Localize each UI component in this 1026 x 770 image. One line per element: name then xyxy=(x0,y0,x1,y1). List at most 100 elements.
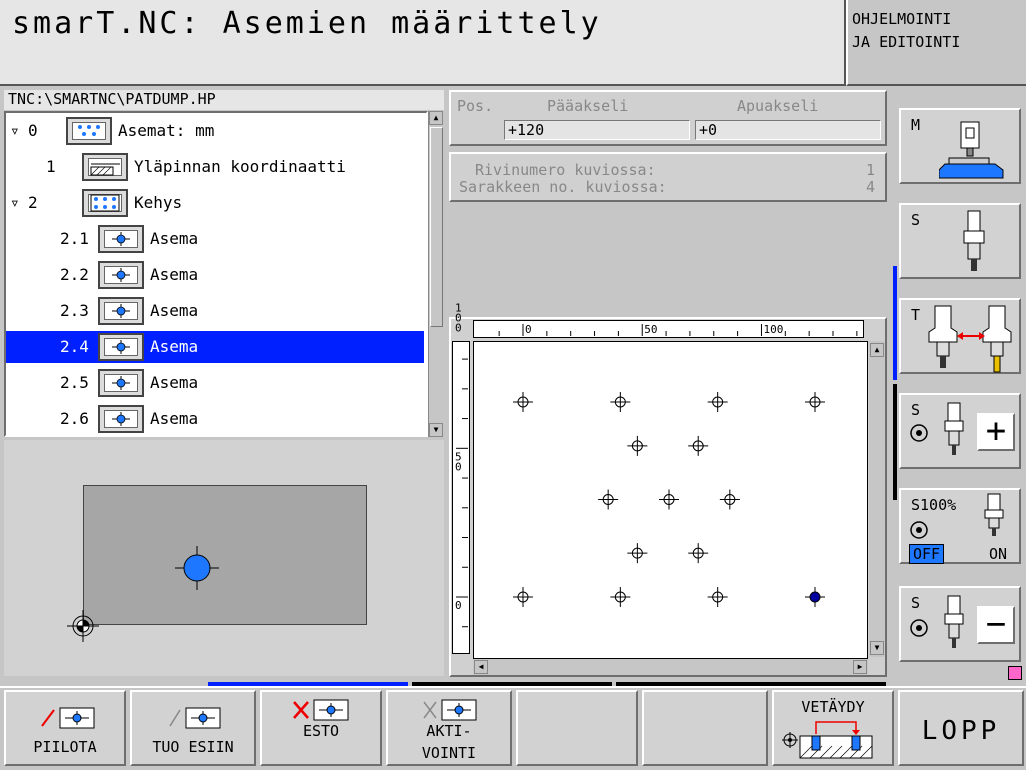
activate-label-1: AKTI- xyxy=(426,722,472,740)
y-tick-label: 1 xyxy=(455,302,462,315)
tree-row[interactable]: 2.1 Asema xyxy=(6,223,424,255)
t-function-button[interactable]: T xyxy=(899,298,1021,374)
hide-button[interactable]: PIILOTA xyxy=(4,690,126,766)
tree-scroll-thumb[interactable] xyxy=(430,127,443,327)
operating-mode-box: OHJELMOINTI JA EDITOINTI xyxy=(846,0,1026,86)
rotation-icon xyxy=(910,619,928,637)
s-minus-key-label: S xyxy=(911,594,921,612)
s-function-button[interactable]: S xyxy=(899,203,1021,279)
right-scroll-indicator xyxy=(893,266,897,380)
tree-row[interactable]: 2.4 Asema xyxy=(6,331,424,363)
tree-row-number: 2.1 xyxy=(60,229,89,248)
tree-row-number: 2.3 xyxy=(60,301,89,320)
tree-row[interactable]: ▿ 2 Kehys xyxy=(6,187,424,219)
retract-label: VETÄYDY xyxy=(801,698,865,716)
plot-horizontal-scrollbar[interactable]: ◀ ▶ xyxy=(473,659,868,675)
main-axis-input[interactable]: +120 xyxy=(504,120,690,140)
expand-arrow-icon[interactable]: ▿ xyxy=(10,193,20,212)
activate-label-2: VOINTI xyxy=(421,744,477,762)
column-number-value: 4 xyxy=(865,178,875,196)
position-icon xyxy=(98,261,144,289)
show-button[interactable]: TUO ESIIN xyxy=(130,690,256,766)
lock-label: ESTO xyxy=(302,722,340,740)
pattern-info: Rivinumero kuviossa: 1 Sarakkeen no. kuv… xyxy=(449,152,887,202)
s100-label: S100% xyxy=(911,496,957,514)
tree-row-label: Asema xyxy=(150,265,199,284)
empty-softkey-5[interactable] xyxy=(516,690,638,766)
tree-scrollbar[interactable]: ▲ ▼ xyxy=(428,111,444,437)
tree-row[interactable]: 1 Yläpinnan koordinaatti xyxy=(6,151,424,183)
spindle-override-minus-button[interactable]: S − xyxy=(899,586,1021,662)
app-title: smarT.NC: Asemien määrittely xyxy=(12,6,602,41)
spindle-icon xyxy=(944,402,964,455)
lock-position-icon xyxy=(293,699,349,721)
main-axis-label: Pääakseli xyxy=(547,97,629,115)
end-label: LOPP xyxy=(921,716,1001,746)
scroll-up-icon[interactable]: ▲ xyxy=(429,111,443,125)
position-icon xyxy=(98,297,144,325)
empty-softkey-6[interactable] xyxy=(642,690,768,766)
tree-row[interactable]: 2.5 Asema xyxy=(6,367,424,399)
tree-row-number: 2.6 xyxy=(60,409,89,428)
lock-button[interactable]: ESTO xyxy=(260,690,382,766)
activate-button[interactable]: AKTI- VOINTI xyxy=(386,690,512,766)
position-icon xyxy=(98,405,144,433)
expand-arrow-icon[interactable]: ▿ xyxy=(10,121,20,140)
off-state-badge: OFF xyxy=(909,544,945,564)
spindle-icon xyxy=(944,595,964,648)
tree-row[interactable]: 2.6 Asema xyxy=(6,403,424,435)
scroll-down-icon[interactable]: ▼ xyxy=(429,423,443,437)
y-ruler xyxy=(452,341,470,654)
program-tree[interactable]: ▿ 0 Asemat: mm 1 Yläpinnan koordinaatti ▿ 2 Keh… xyxy=(4,111,428,437)
m-function-button[interactable]: M xyxy=(899,108,1021,184)
show-position-icon xyxy=(169,707,221,729)
hide-label: PIILOTA xyxy=(33,738,97,756)
end-button[interactable]: LOPP xyxy=(898,690,1024,766)
tree-row-label: Asema xyxy=(150,409,199,428)
on-state-label: ON xyxy=(989,545,1008,563)
t-key-label: T xyxy=(911,306,921,324)
plot-scroll-right-icon[interactable]: ▶ xyxy=(853,660,867,674)
tree-row[interactable]: ▿ 0 Asemat: mm xyxy=(6,115,424,147)
minus-icon: − xyxy=(977,606,1015,644)
position-icon xyxy=(98,333,144,361)
column-number-label: Sarakkeen no. kuviossa: xyxy=(459,178,667,196)
datum-icon xyxy=(67,610,99,642)
spindle-override-toggle[interactable]: S100% OFF ON xyxy=(899,488,1021,564)
aux-axis-input[interactable]: +0 xyxy=(695,120,881,140)
s-plus-key-label: S xyxy=(911,401,921,419)
plus-icon: + xyxy=(977,413,1015,451)
spindle-tool-icon xyxy=(963,210,985,271)
screen-switch-icon[interactable] xyxy=(1008,666,1022,680)
mode-line-1: OHJELMOINTI xyxy=(852,10,952,28)
rotation-icon xyxy=(910,424,928,442)
plot-scroll-up-icon[interactable]: ▲ xyxy=(870,343,884,357)
tree-row-label: Asema xyxy=(150,301,199,320)
tree-row-number: 2.4 xyxy=(60,337,89,356)
title-bar: smarT.NC: Asemien määrittely xyxy=(0,0,846,86)
tree-row[interactable]: 2.2 Asema xyxy=(6,259,424,291)
retract-button[interactable]: VETÄYDY xyxy=(772,690,894,766)
tree-row-label: Asema xyxy=(150,229,199,248)
right-scroll-track xyxy=(893,384,897,500)
surface-coordinate-icon xyxy=(82,153,128,181)
position-icon xyxy=(98,369,144,397)
activate-position-icon xyxy=(423,699,477,721)
tree-row-label: Yläpinnan koordinaatti xyxy=(134,157,346,176)
tree-row-number: 1 xyxy=(46,157,56,176)
plot-scroll-down-icon[interactable]: ▼ xyxy=(870,641,884,655)
machine-icon xyxy=(939,121,1004,179)
plot-vertical-scrollbar[interactable]: ▲ ▼ xyxy=(869,341,885,657)
s-key-label: S xyxy=(911,211,921,229)
show-label: TUO ESIIN xyxy=(152,738,234,756)
plot-scroll-left-icon[interactable]: ◀ xyxy=(474,660,488,674)
tree-row-label: Asema xyxy=(150,373,199,392)
file-path: TNC:\SMARTNC\PATDUMP.HP xyxy=(4,90,444,110)
spindle-override-plus-button[interactable]: S + xyxy=(899,393,1021,469)
tree-row-label: Asemat: mm xyxy=(118,121,215,140)
tree-row-number: 2.5 xyxy=(60,373,89,392)
pattern-plot[interactable] xyxy=(473,341,868,659)
tree-row[interactable]: 2.3 Asema xyxy=(6,295,424,327)
rotation-icon xyxy=(910,521,928,539)
spindle-icon xyxy=(984,493,1004,536)
